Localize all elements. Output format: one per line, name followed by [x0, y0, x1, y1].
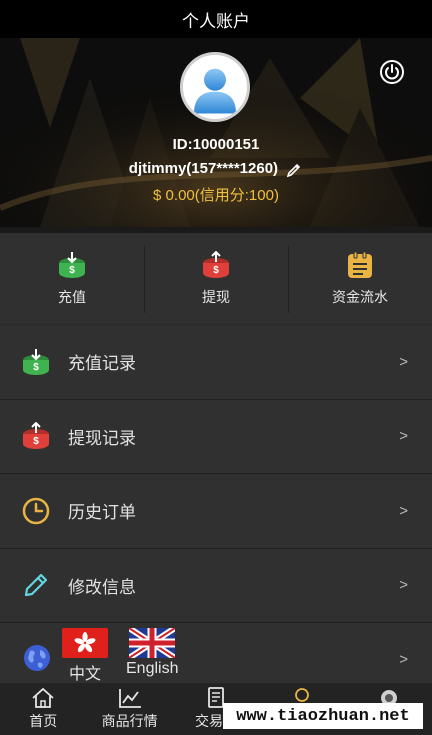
svg-text:$: $ [69, 265, 75, 276]
menu-item-deposit-records[interactable]: $ 充值记录 > [0, 325, 432, 400]
menu-item-order-history[interactable]: 历史订单 > [0, 474, 432, 549]
quick-actions: $ 充值 $ 提现 资金流水 [0, 233, 432, 324]
menu-item-withdraw-records[interactable]: $ 提现记录 > [0, 399, 432, 474]
ledger-label: 资金流水 [332, 288, 388, 305]
withdraw-button[interactable]: $ 提现 [144, 233, 288, 324]
hong-kong-flag-icon [62, 628, 108, 658]
chart-icon [118, 689, 141, 708]
ledger-button[interactable]: 资金流水 [288, 233, 432, 324]
chevron-right-icon[interactable]: > [399, 651, 408, 668]
tab-home[interactable]: 首页 [0, 683, 86, 735]
tab-market[interactable]: 商品行情 [86, 683, 172, 735]
language-row: 中文 English > [0, 623, 432, 683]
withdraw-icon: $ [203, 250, 229, 278]
svg-text:$: $ [213, 265, 219, 276]
user-id: ID:10000151 [172, 136, 260, 153]
chevron-right-icon: > [399, 353, 408, 371]
uk-flag-icon [129, 628, 176, 658]
menu-item-edit-info[interactable]: 修改信息 > [0, 548, 432, 623]
title-bar: 个人账户 [0, 0, 432, 38]
tab-label: 商品行情 [101, 713, 158, 729]
username-row[interactable]: djtimmy(157****1260) [0, 160, 432, 178]
chevron-right-icon: > [399, 576, 408, 594]
avatar[interactable] [180, 52, 250, 122]
edit-pencil-icon[interactable] [286, 161, 303, 178]
menu-item-label: 充值记录 [68, 354, 136, 374]
chevron-right-icon: > [399, 502, 408, 520]
menu-item-label: 提现记录 [68, 428, 136, 448]
language-label-english: English [126, 660, 179, 677]
menu-item-label: 修改信息 [68, 577, 136, 597]
deposit-icon: $ [23, 348, 49, 375]
home-icon [32, 687, 54, 708]
balance-text: $ 0.00(信用分:100) [153, 187, 279, 204]
power-icon[interactable] [379, 59, 405, 85]
page-title: 个人账户 [182, 11, 250, 31]
user-avatar-icon [193, 68, 237, 114]
pencil-icon [24, 574, 48, 597]
ledger-icon [348, 251, 372, 278]
globe-icon [24, 645, 50, 671]
chevron-right-icon: > [399, 427, 408, 445]
withdraw-icon: $ [23, 422, 49, 450]
menu-list: $ 充值记录 > $ 提现记录 > 历史订单 > 修改信息 > [0, 325, 432, 623]
deposit-icon: $ [59, 251, 85, 278]
username: djtimmy(157****1260) [128, 160, 279, 177]
language-option-english[interactable]: English [126, 628, 178, 678]
svg-text:$: $ [33, 362, 39, 373]
language-label-chinese: 中文 [68, 666, 101, 683]
deposit-button[interactable]: $ 充值 [0, 233, 144, 324]
watermark: www.tiaozhuan.net [223, 703, 423, 729]
clock-icon [22, 497, 50, 524]
language-option-chinese[interactable]: 中文 [62, 628, 108, 684]
deposit-label: 充值 [58, 288, 86, 305]
profile-header: ID:10000151 djtimmy(157****1260) $ 0.00(… [0, 38, 432, 227]
tab-label: 首页 [29, 713, 58, 729]
menu-item-label: 历史订单 [68, 503, 136, 523]
withdraw-label: 提现 [202, 288, 230, 305]
svg-text:$: $ [33, 436, 39, 447]
watermark-text: www.tiaozhuan.net [236, 706, 410, 726]
